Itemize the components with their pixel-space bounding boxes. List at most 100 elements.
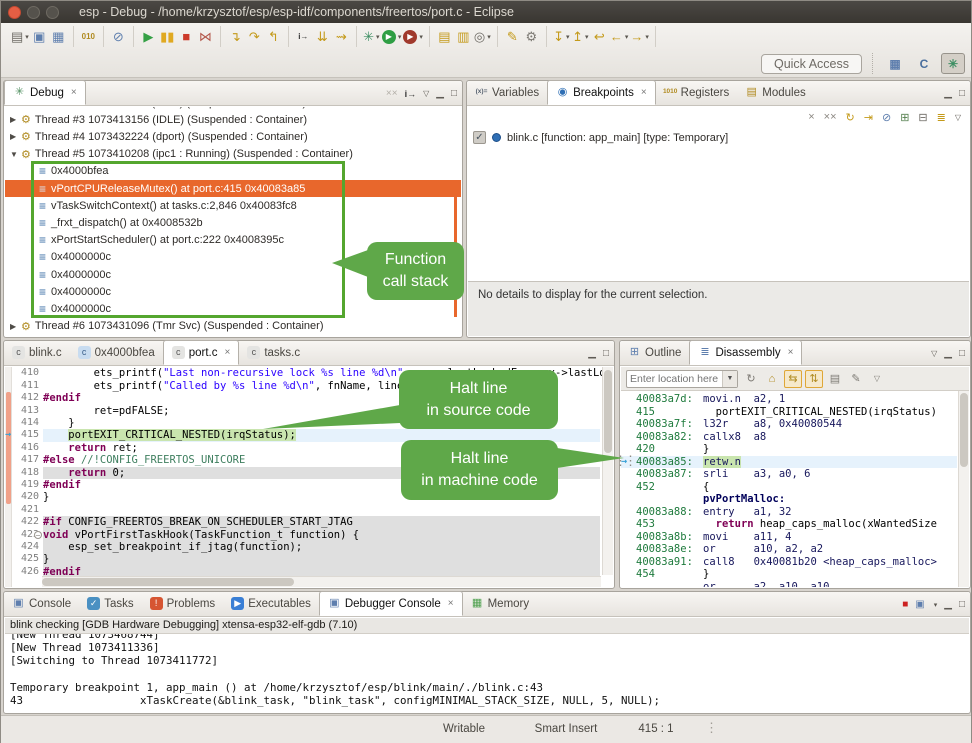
sync-with-active-debug-context-button[interactable]: ⇆ xyxy=(784,370,802,388)
window-close-button[interactable] xyxy=(8,6,21,19)
tab-view-modules[interactable]: ▤Modules xyxy=(737,80,813,105)
refresh-view-button[interactable]: ↻ xyxy=(742,370,760,388)
disassembly-row[interactable]: 454} xyxy=(621,568,957,581)
code-line[interactable]: #if CONFIG_FREERTOS_BREAK_ON_SCHEDULER_S… xyxy=(43,516,600,528)
code-line[interactable]: } xyxy=(43,553,600,565)
disassembly-row[interactable]: 40083a8e:or a10, a2, a2 xyxy=(621,543,957,556)
stack-frame-row[interactable]: ≡0x4000000c xyxy=(5,300,461,317)
console-output[interactable]: [New Thread 1073468744][New Thread 10734… xyxy=(5,634,969,712)
disassembly-row[interactable]: 40083a82:callx8 a8 xyxy=(621,431,957,444)
disassembly-row[interactable]: 452{ xyxy=(621,481,957,494)
tab-editor-blink-c[interactable]: cblink.c xyxy=(4,340,70,365)
step-return-button[interactable]: ↰ xyxy=(264,27,283,47)
run-button[interactable]: ▶▾ xyxy=(381,27,403,47)
scrollbar-handle[interactable] xyxy=(42,578,294,586)
expander-icon[interactable]: ▼ xyxy=(10,150,21,159)
tab-console-tasks[interactable]: ✓Tasks xyxy=(79,591,141,616)
view-menu-icon[interactable]: ▽ xyxy=(931,349,937,358)
group-by-button[interactable]: ≣ xyxy=(937,111,946,124)
close-icon[interactable]: × xyxy=(788,347,794,358)
disassembly-scrollbar[interactable] xyxy=(958,391,969,587)
line-number[interactable]: 413 xyxy=(13,405,39,417)
line-number[interactable]: 410 xyxy=(13,367,39,379)
view-menu-button[interactable]: ▽ xyxy=(868,370,886,388)
disassembly-row[interactable]: 453 return heap_caps_malloc(xWantedSize xyxy=(621,518,957,531)
line-number[interactable]: 421 xyxy=(13,504,39,516)
step-over-button[interactable]: ↷ xyxy=(245,27,264,47)
instruction-stepping-toggle[interactable]: i→ xyxy=(405,89,417,99)
close-icon[interactable]: × xyxy=(225,347,231,358)
new-wizard-button[interactable]: ▤▾ xyxy=(10,27,30,47)
tab-view-variables[interactable]: (x)=Variables xyxy=(467,80,547,105)
code-line[interactable]: esp_set_breakpoint_if_jtag(function); xyxy=(43,541,600,553)
window-minimize-button[interactable] xyxy=(27,6,40,19)
line-number[interactable]: 422 xyxy=(13,516,39,528)
instruction-stepping-button[interactable]: i→ xyxy=(294,27,313,47)
stack-frame-row[interactable]: ≡0x4000000c xyxy=(5,283,461,300)
tab-view-breakpoints[interactable]: ◉Breakpoints× xyxy=(547,80,656,105)
disassembly-row[interactable]: pvPortMalloc: xyxy=(621,493,957,506)
disassembly-row[interactable]: or a2, a10, a10 xyxy=(621,581,957,588)
tab-view-disassembly[interactable]: ≣Disassembly× xyxy=(689,340,802,365)
line-number[interactable]: 412 xyxy=(13,392,39,404)
minimize-icon[interactable]: ▁ xyxy=(944,88,952,99)
go-to-annotation-button[interactable]: ↥▾ xyxy=(571,27,590,47)
build-all-button[interactable]: ⚙ xyxy=(522,27,541,47)
line-number[interactable]: 425 xyxy=(13,553,39,565)
close-icon[interactable]: × xyxy=(71,87,77,98)
expander-icon[interactable]: ▶ xyxy=(10,132,21,141)
cpp-perspective-button[interactable]: C xyxy=(912,53,936,74)
close-icon[interactable]: × xyxy=(641,87,647,98)
code-line[interactable]: } xyxy=(43,417,600,429)
stack-frame-row[interactable]: ≡_frxt_dispatch() at 0x4008532b xyxy=(5,214,461,231)
tab-console-console[interactable]: ▣Console xyxy=(4,591,79,616)
code-line[interactable]: #endif xyxy=(43,392,600,404)
breakpoint-row[interactable]: ✓ blink.c [function: app_main] [type: Te… xyxy=(473,129,969,146)
disassembly-row[interactable]: →40083a85:retw.n xyxy=(621,456,957,469)
editor-horizontal-scrollbar[interactable] xyxy=(42,576,601,587)
disassembly-row[interactable]: 40083a7d:movi.n a2, 1 xyxy=(621,393,957,406)
debug-launch-tree[interactable]: ▶⚙Thread #2 1073411312 (IDLE) (Suspended… xyxy=(5,107,461,336)
editor-vertical-scrollbar[interactable] xyxy=(602,367,613,575)
disassembly-row[interactable]: 40083a88:entry a1, 32 xyxy=(621,506,957,519)
tab-console-memory[interactable]: ▦Memory xyxy=(463,591,538,616)
disassembly-row[interactable]: 420} xyxy=(621,443,957,456)
code-line[interactable]: ets_printf("Last non-recursive lock %s l… xyxy=(43,367,600,379)
new-cpp-project-button[interactable]: ▤ xyxy=(435,27,454,47)
source-editor[interactable]: 410 ets_printf("Last non-recursive lock … xyxy=(5,367,613,587)
breakpoint-checkbox[interactable]: ✓ xyxy=(473,131,486,144)
code-line[interactable]: void vPortFirstTaskHook(TaskFunction_t f… xyxy=(43,529,600,541)
remove-breakpoint-button[interactable]: × xyxy=(808,111,814,123)
expander-icon[interactable]: ▶ xyxy=(10,322,21,331)
suspend-button[interactable]: ▮▮ xyxy=(158,27,177,47)
go-to-file-for-breakpoint-button[interactable]: ⇥ xyxy=(864,111,873,124)
forward-button[interactable]: →▾ xyxy=(629,27,650,47)
annotation-ruler[interactable] xyxy=(5,367,12,587)
line-number[interactable]: 420 xyxy=(13,491,39,503)
maximize-button[interactable]: □ xyxy=(959,599,965,610)
disassembly-row[interactable]: 40083a87:srli a3, a0, 6 xyxy=(621,468,957,481)
tab-editor-port-c[interactable]: cport.c× xyxy=(163,340,240,365)
thread-row[interactable]: ▶⚙Thread #4 1073432224 (dport) (Suspende… xyxy=(5,128,461,145)
collapse-all-button[interactable]: ⊟ xyxy=(918,111,927,124)
line-number[interactable]: 417 xyxy=(13,454,39,466)
debug-button[interactable]: ✳▾ xyxy=(362,27,381,47)
code-line[interactable]: portEXIT_CRITICAL_NESTED(irqStatus); xyxy=(43,429,600,441)
code-line[interactable] xyxy=(43,504,600,516)
thread-row[interactable]: ▼⚙Thread #5 1073410208 (ipc1 : Running) … xyxy=(5,146,461,163)
thread-row[interactable]: ▶⚙Thread #6 1073431096 (Tmr Svc) (Suspen… xyxy=(5,318,461,335)
back-history-button[interactable]: ↩ xyxy=(590,27,609,47)
code-line[interactable]: return 0; xyxy=(43,467,600,479)
line-number[interactable]: 414 xyxy=(13,417,39,429)
tab-console-executables[interactable]: ▶Executables xyxy=(223,591,319,616)
remove-all-terminated-button[interactable]: ×× xyxy=(386,88,398,99)
stack-frame-row[interactable]: ≡0x4000000c xyxy=(5,266,461,283)
search-button[interactable]: ◎▾ xyxy=(473,27,492,47)
line-number[interactable]: 424 xyxy=(13,541,39,553)
save-all-button[interactable]: ▦ xyxy=(49,27,68,47)
view-menu-button[interactable]: ▽ xyxy=(955,113,961,122)
line-number[interactable]: 426 xyxy=(13,566,39,578)
last-edit-location-button[interactable]: ↧▾ xyxy=(552,27,571,47)
view-menu-icon[interactable]: ▽ xyxy=(423,89,429,98)
window-maximize-button[interactable] xyxy=(46,6,59,19)
